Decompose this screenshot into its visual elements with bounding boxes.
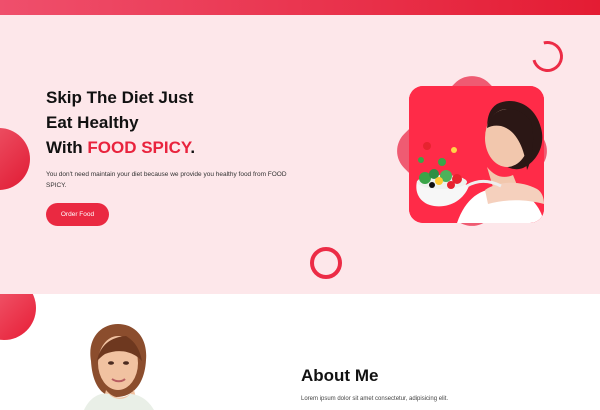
woman-eating-salad-illustration bbox=[409, 86, 544, 223]
brand-name: FOOD SPICY bbox=[87, 138, 191, 157]
headline-line: Eat Healthy bbox=[46, 113, 139, 132]
hero-description: You don't need maintain your diet becaus… bbox=[46, 171, 287, 189]
headline-text: With bbox=[46, 138, 88, 157]
about-title: About Me bbox=[301, 366, 379, 385]
about-paragraph: Lorem ipsum dolor sit amet consectetur, … bbox=[301, 396, 449, 402]
about-portrait-image bbox=[66, 324, 166, 410]
top-nav-bar bbox=[0, 0, 600, 15]
hero-image bbox=[409, 86, 544, 223]
decorative-ring bbox=[310, 247, 342, 279]
decorative-ring bbox=[526, 35, 569, 78]
order-food-button[interactable]: Order Food bbox=[46, 203, 109, 226]
decorative-circle bbox=[0, 128, 30, 190]
landing-page: Skip The Diet Just Eat Healthy With FOOD… bbox=[0, 0, 600, 410]
about-section: About Me Lorem ipsum dolor sit amet cons… bbox=[0, 294, 600, 410]
headline-line: Skip The Diet Just bbox=[46, 88, 194, 107]
headline-line: With FOOD SPICY. bbox=[46, 135, 326, 160]
decorative-circle bbox=[0, 294, 36, 340]
headline-text: . bbox=[190, 138, 196, 157]
woman-portrait-illustration bbox=[66, 324, 166, 410]
hero-headline: Skip The Diet Just Eat Healthy With FOOD… bbox=[46, 85, 326, 160]
hero-section: Skip The Diet Just Eat Healthy With FOOD… bbox=[0, 15, 600, 294]
